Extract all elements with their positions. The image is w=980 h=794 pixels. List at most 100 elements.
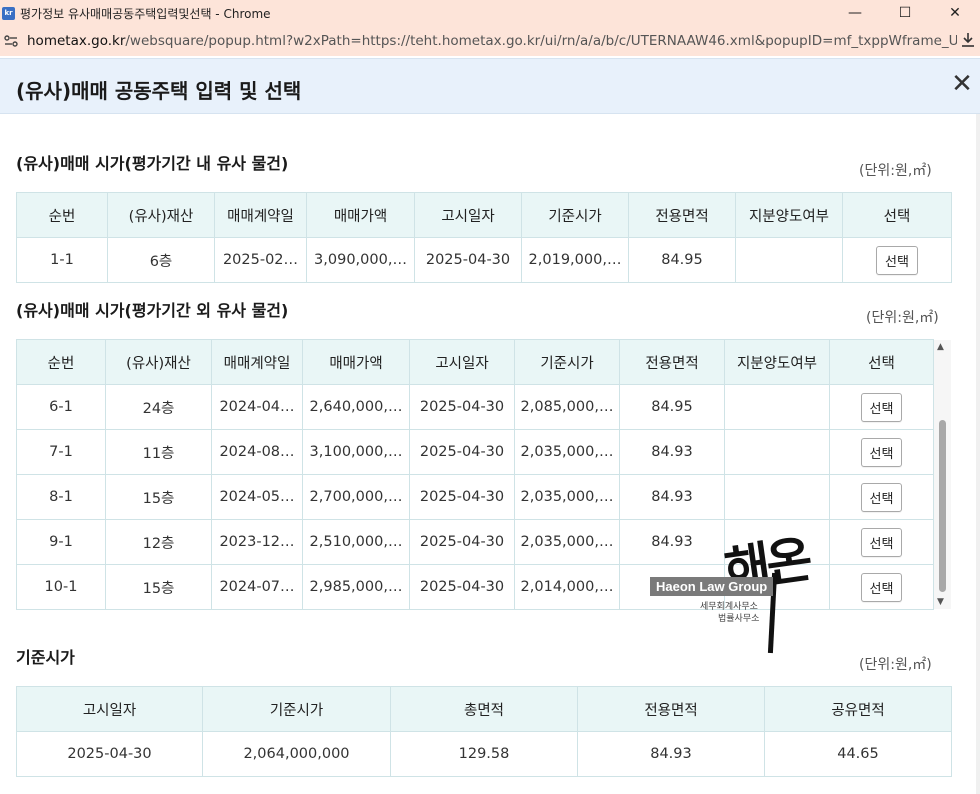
column-header: 순번 [16,192,108,238]
column-header: 총면적 [390,686,578,732]
cell-total-area: 129.58 [390,731,578,777]
cell-seq: 7-1 [16,429,106,475]
base-price-table: 고시일자 기준시가 총면적 전용면적 공유면적 2025-04-30 2,064… [16,686,952,777]
cell-notice-date: 2025-04-30 [409,384,515,430]
section-title-base-price: 기준시가 [16,648,75,667]
cell-contract-date: 2024-07… [211,564,303,610]
similar-sales-table-within: 순번 (유사)재산 매매계약일 매매가액 고시일자 기준시가 전용면적 지분양도… [16,192,952,283]
column-header: 고시일자 [16,686,203,732]
favicon-icon: kr [2,6,15,20]
url-path: /websquare/popup.html?w2xPath=https://te… [125,33,957,49]
cell-price: 3,100,000,… [302,429,410,475]
scroll-down-icon[interactable]: ▼ [937,597,944,607]
cell-share [724,474,830,520]
cell-base-price: 2,035,000,… [514,474,620,520]
column-header: 고시일자 [409,339,515,385]
column-header: 매매계약일 [211,339,303,385]
cell-price: 3,090,000,… [306,237,415,283]
table-row[interactable]: 1-1 6층 2025-02… 3,090,000,… 2025-04-30 2… [16,237,952,283]
cell-property: 15층 [105,564,212,610]
maximize-button[interactable]: ☐ [880,0,930,26]
column-header: 매매가액 [306,192,415,238]
cell-area: 84.93 [619,429,725,475]
table-row[interactable]: 8-1 15층 2024-05… 2,700,000,… 2025-04-30 … [16,474,934,520]
page-scrollbar[interactable] [976,114,980,794]
window-titlebar: kr 평가정보 유사매매공동주택입력및선택 - Chrome — ☐ ✕ [0,0,980,26]
column-header: 고시일자 [414,192,522,238]
cell-contract-date: 2024-08… [211,429,303,475]
cell-base-price: 2,035,000,… [514,429,620,475]
cell-area: 84.95 [628,237,736,283]
cell-seq: 9-1 [16,519,106,565]
cell-price: 2,510,000,… [302,519,410,565]
table-header-row: 고시일자 기준시가 총면적 전용면적 공유면적 [16,686,952,732]
column-header: 전용면적 [628,192,736,238]
select-button[interactable]: 선택 [860,572,903,602]
cell-notice-date: 2025-04-30 [16,731,203,777]
cell-contract-date: 2023-12… [211,519,303,565]
scroll-up-icon[interactable]: ▲ [937,342,944,352]
cell-seq: 8-1 [16,474,106,520]
cell-select: 선택 [842,237,952,283]
column-header: 선택 [842,192,952,238]
cell-notice-date: 2025-04-30 [409,474,515,520]
cell-exclusive-area: 84.93 [577,731,765,777]
table-header-row: 순번 (유사)재산 매매계약일 매매가액 고시일자 기준시가 전용면적 지분양도… [16,339,934,385]
cell-select: 선택 [829,384,934,430]
cell-seq: 10-1 [16,564,106,610]
cell-property: 24층 [105,384,212,430]
cell-contract-date: 2024-04… [211,384,303,430]
select-button[interactable]: 선택 [860,392,903,422]
cell-property: 11층 [105,429,212,475]
cell-area: 84.95 [619,384,725,430]
watermark-subtitle: 법률사무소 [718,614,760,624]
column-header: 기준시가 [521,192,629,238]
select-button[interactable]: 선택 [860,437,903,467]
section-title-within-period: (유사)매매 시가(평가기간 내 유사 물건) [16,154,289,173]
table-row[interactable]: 7-1 11층 2024-08… 3,100,000,… 2025-04-30 … [16,429,934,475]
cell-base-price: 2,014,000,… [514,564,620,610]
scrollbar-thumb[interactable] [939,420,946,592]
cell-price: 2,700,000,… [302,474,410,520]
cell-select: 선택 [829,474,934,520]
cell-seq: 6-1 [16,384,106,430]
table-scrollbar[interactable]: ▲ ▼ [934,340,951,609]
table-row[interactable]: 6-1 24층 2024-04… 2,640,000,… 2025-04-30 … [16,384,934,430]
download-icon[interactable] [960,32,976,52]
window-title: 평가정보 유사매매공동주택입력및선택 - Chrome [20,6,271,21]
select-button[interactable]: 선택 [860,527,903,557]
table-header-row: 순번 (유사)재산 매매계약일 매매가액 고시일자 기준시가 전용면적 지분양도… [16,192,952,238]
popup-header: (유사)매매 공동주택 입력 및 선택 ✕ [0,58,980,114]
watermark-badge: Haeon Law Group [650,577,774,596]
cell-share [735,237,843,283]
cell-contract-date: 2025-02… [214,237,307,283]
cell-contract-date: 2024-05… [211,474,303,520]
minimize-button[interactable]: — [830,0,880,26]
url-host: hometax.go.kr [27,33,126,49]
cell-share [724,384,830,430]
watermark-logo: 해온 Haeon Law Group 세무회계사무소 법률사무소 [646,525,846,655]
select-button[interactable]: 선택 [876,245,918,275]
column-header: 매매가액 [302,339,410,385]
cell-property: 12층 [105,519,212,565]
column-header: 공유면적 [764,686,952,732]
select-button[interactable]: 선택 [860,482,903,512]
cell-share [724,429,830,475]
cell-shared-area: 44.65 [764,731,952,777]
window-close-button[interactable]: ✕ [930,0,980,26]
column-header: 지분양도여부 [724,339,830,385]
cell-base-price: 2,035,000,… [514,519,620,565]
cell-base-price: 2,019,000,… [521,237,629,283]
unit-label: (단위:원,㎡) [866,310,939,326]
close-icon[interactable]: ✕ [950,71,974,97]
address-bar[interactable]: hometax.go.kr/websquare/popup.html?w2xPa… [0,26,980,56]
cell-price: 2,640,000,… [302,384,410,430]
url-text[interactable]: hometax.go.kr/websquare/popup.html?w2xPa… [27,33,957,49]
cell-notice-date: 2025-04-30 [414,237,522,283]
popup-title: (유사)매매 공동주택 입력 및 선택 [16,79,302,103]
column-header: (유사)재산 [105,339,212,385]
cell-property: 15층 [105,474,212,520]
site-info-icon[interactable] [3,33,19,49]
unit-label: (단위:원,㎡) [859,657,932,673]
column-header: (유사)재산 [107,192,215,238]
